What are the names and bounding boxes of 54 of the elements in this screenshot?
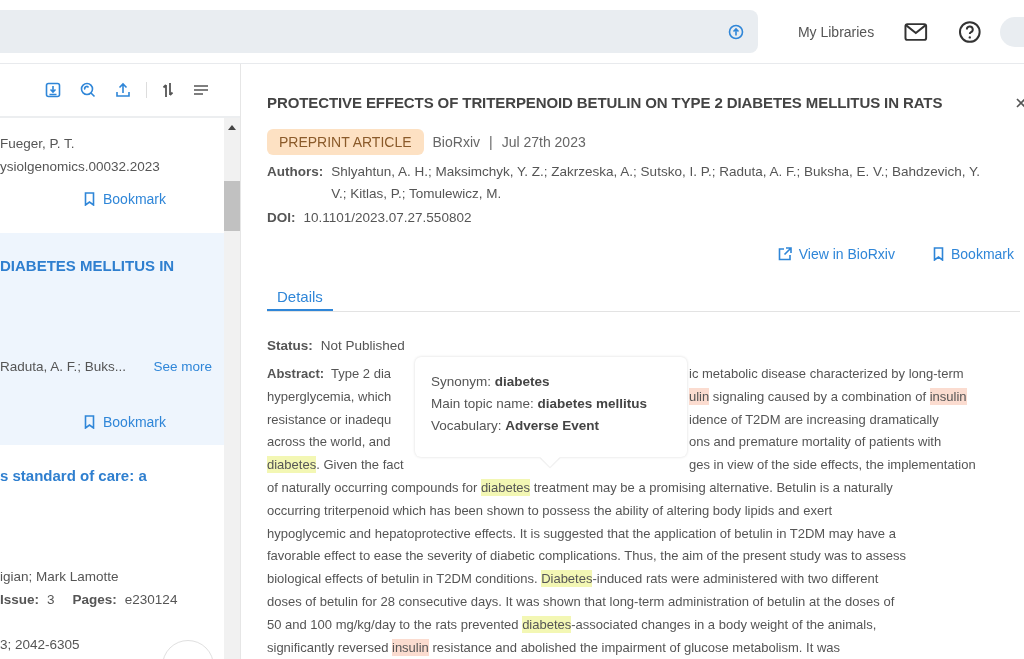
source-name: BioRxiv [432, 134, 480, 150]
abstract-text: hyperglycemia, which [267, 388, 392, 404]
doi-value: 10.1101/2023.07.27.550802 [303, 210, 472, 225]
my-libraries-link[interactable]: My Libraries [797, 23, 875, 40]
details-tab[interactable]: Details [267, 288, 333, 311]
abstract-text: hypoglycemic and hepatoprotective effects. It is suggested that the application of betulin in T2DM may have a [267, 525, 896, 541]
issue-label: Issue: [0, 592, 40, 607]
abstract-text: favorable effect to ease the severity of diabetic complications. Thus, the aim of the present study was to assess [267, 548, 907, 564]
result-title[interactable]: s standard of care: a [0, 465, 212, 487]
abstract-text: Abstract: Type 2 dia [267, 366, 392, 381]
abstract-text: occurring triterpenoid which has been shown to possess the ability of altering body lipids and exert [267, 502, 833, 518]
result-card[interactable]: s standard of care: a igian; Mark Lamotte Issue: 3 Pages: e230124 3; 2042-6305 [0, 445, 224, 656]
abstract-text: 50 and 100 mg/kg/day to the rats prevented diabetes-associated changes in a body weight of the animals, [267, 615, 877, 633]
abstract-text: ges in view of the side effects, the implementation [689, 456, 976, 475]
pages-value: e230124 [124, 592, 178, 607]
bookmark-button[interactable]: Bookmark [83, 191, 166, 207]
abstract-text: of naturally occurring compounds for diabetes treatment may be a promising alternative. Betulin is a naturally [267, 479, 893, 496]
bookmark-button[interactable]: Bookmark [83, 414, 166, 430]
authors-text: V.; Kitlas, P.; Tomulewicz, M. [331, 185, 503, 203]
abstract-text: ic metabolic disease characterized by long-term [689, 365, 964, 383]
see-more-link[interactable]: See more [153, 355, 212, 378]
result-card[interactable]: DIABETES MELLITUS IN Raduta, A. F.; Buks... See more Bookmark [0, 233, 224, 445]
authors-label: Authors: [267, 163, 324, 181]
tooltip-text: Vocabulary: Adverse Event [431, 417, 601, 435]
abstract-text: diabetes. Given the fact [267, 456, 404, 474]
result-issn: 3; 2042-6305 [0, 636, 80, 654]
status-label: Status: [267, 338, 313, 353]
abstract-text: idence of T2DM are increasing dramatically [689, 410, 939, 429]
status-value: Not Published [320, 338, 405, 353]
result-authors: Raduta, A. F.; Buks... [0, 358, 127, 376]
abstract-text: ulin signaling caused by a combination of insulin [689, 386, 967, 407]
doi-label: DOI: [267, 210, 296, 225]
article-title: PROTECTIVE EFFECTS OF TRITERPENOID BETULIN ON TYPE 2 DIABETES MELLITUS IN RATS [267, 94, 943, 111]
pages-label: Pages: [72, 592, 117, 607]
view-source-link[interactable]: View in BioRxiv [777, 246, 895, 262]
publish-date: Jul 27th 2023 [501, 134, 586, 150]
authors-text: Shlyahtun, A. H.; Maksimchyk, Y. Z.; Zakrzeska, A.; Sutsko, I. P.; Raduta, A. F.; Buksha, E. V.; Bahdzevich, Y. [331, 163, 981, 181]
issue-value: 3 [47, 592, 55, 607]
result-meta: Fueger, P. T. [0, 135, 76, 153]
result-title[interactable]: DIABETES MELLITUS IN [0, 255, 212, 277]
abstract-text: significantly reversed insulin resistance and abolished the impairment of glucose metabolism. It was [267, 638, 840, 656]
result-meta: ysiolgenomics.00032.2023 [0, 158, 161, 176]
tooltip-text: Main topic name: diabetes mellitus [431, 395, 649, 413]
abstract-text: biological effects of betulin in T2DM conditions. Diabetes-induced rats were administered with two different [267, 570, 879, 588]
article-type-badge: PREPRINT ARTICLE [267, 129, 424, 155]
result-authors: igian; Mark Lamotte [0, 568, 119, 586]
tooltip-text: Synonym: diabetes [431, 373, 551, 391]
abstract-text: across the world, and [267, 434, 391, 450]
abstract-text: resistance or inadequ [267, 411, 392, 427]
separator: | [489, 134, 493, 150]
result-card[interactable]: Fueger, P. T. ysiolgenomics.00032.2023 Bookmark [0, 118, 224, 233]
bookmark-button[interactable]: Bookmark [932, 246, 1014, 262]
abstract-text: doses of betulin for 28 consecutive days. It was shown that long-term administration of betulin at the doses of [267, 593, 895, 609]
abstract-text: ons and premature mortality of patients with [689, 433, 942, 452]
